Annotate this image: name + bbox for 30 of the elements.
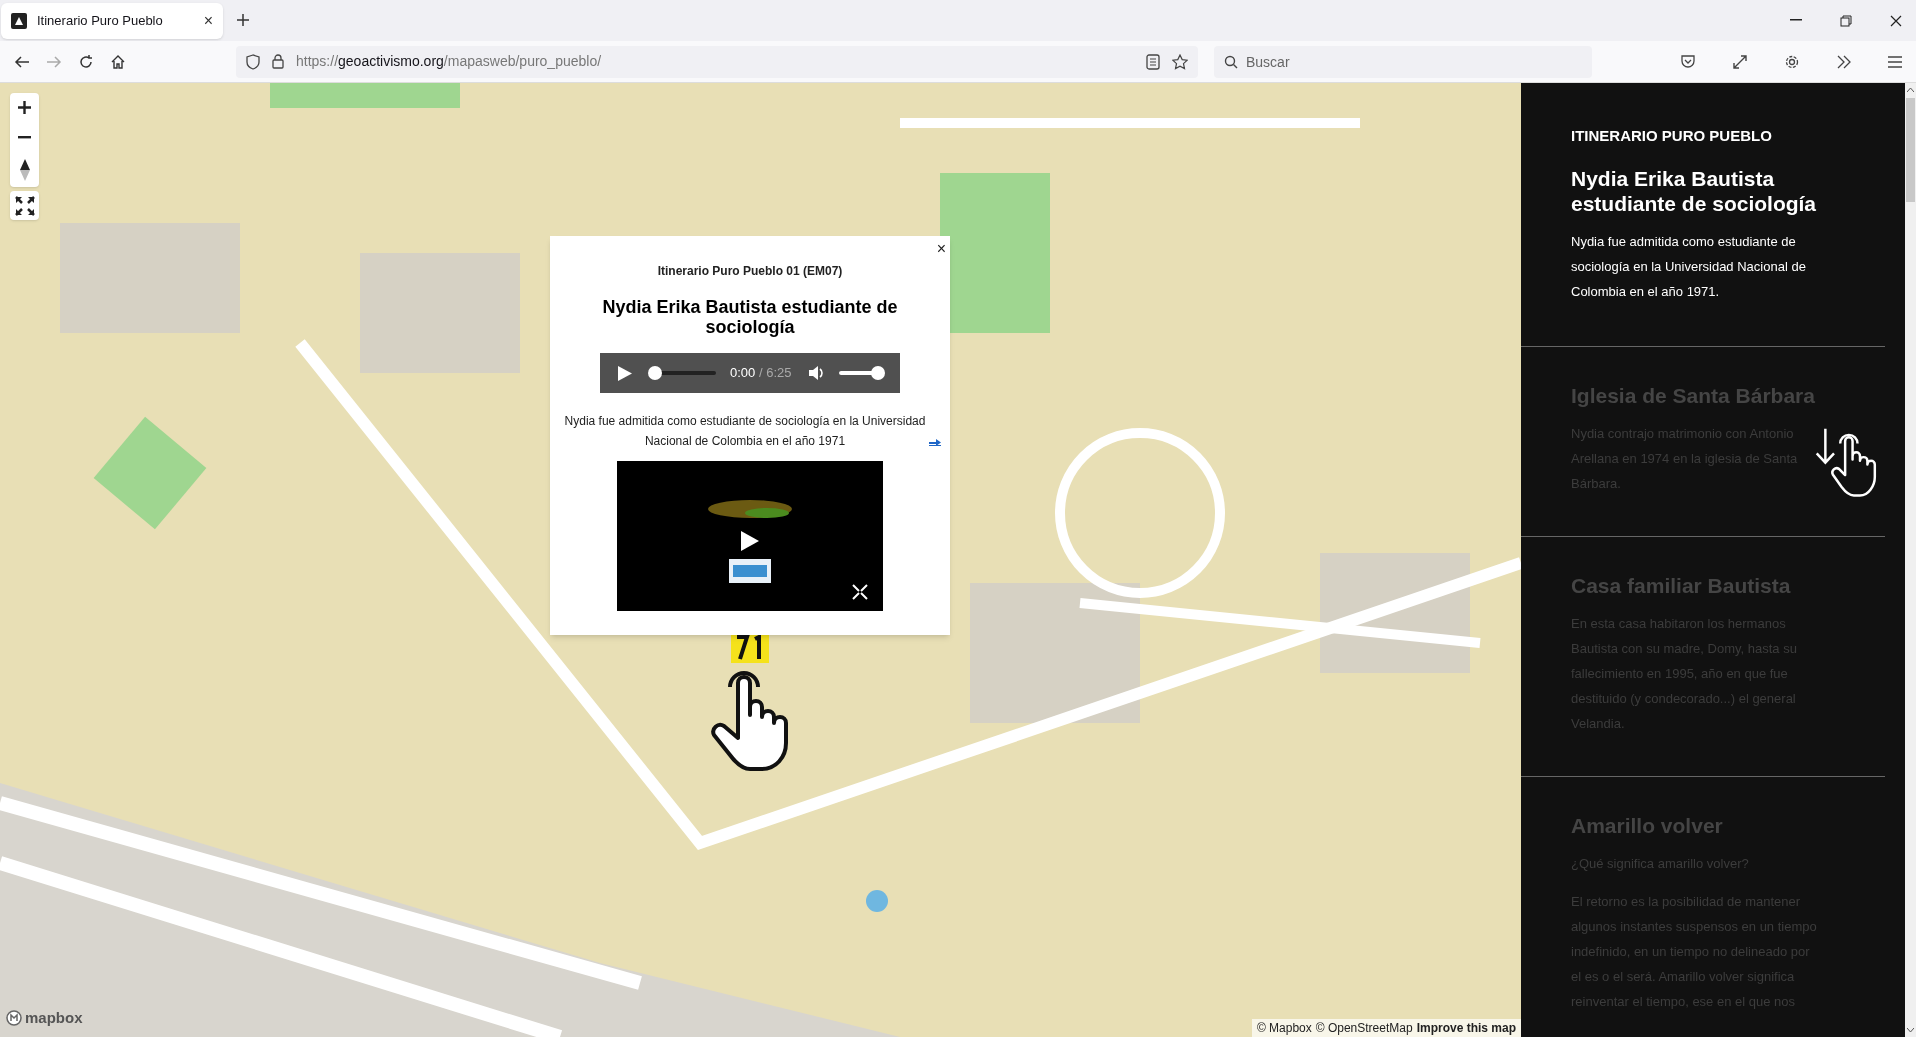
scrollbar-thumb[interactable]: [1906, 98, 1915, 202]
tab-title: Itinerario Puro Pueblo: [37, 12, 164, 31]
restore-icon[interactable]: [1840, 15, 1852, 27]
lock-icon: [272, 54, 284, 69]
settings-icon[interactable]: [1784, 53, 1800, 70]
overflow-icon[interactable]: [1836, 54, 1852, 69]
browser-tab[interactable]: Itinerario Puro Pueblo ×: [1, 3, 223, 39]
expand-icon[interactable]: [1732, 53, 1748, 70]
close-window-icon[interactable]: [1890, 15, 1902, 27]
shield-icon: [246, 53, 260, 70]
minimize-icon[interactable]: [1790, 19, 1802, 21]
site-icon: [11, 13, 27, 29]
section-text: Nydia fue admitida como estudiante de sociología en la Universidad Nacional de Colombia en el año 1971.: [1571, 232, 1807, 301]
sidebar-heading: ITINERARIO PURO PUEBLO: [1571, 126, 1773, 146]
search-icon: [1224, 54, 1238, 69]
menu-icon[interactable]: [1888, 55, 1902, 68]
search-field[interactable]: Buscar: [1214, 45, 1592, 78]
reader-view-icon[interactable]: [1146, 53, 1160, 70]
star-icon[interactable]: [1172, 53, 1188, 70]
home-icon[interactable]: [110, 53, 126, 70]
reload-icon[interactable]: [78, 53, 94, 70]
scroll-up-icon[interactable]: [1907, 87, 1914, 92]
url-text: https://geoactivismo.org/mapasweb/puro_pueblo/: [296, 52, 603, 71]
pocket-icon[interactable]: [1680, 53, 1696, 70]
section-title[interactable]: Nydia Erika Bautista estudiante de sociología: [1571, 165, 1841, 216]
new-tab-icon[interactable]: [236, 13, 250, 27]
address-bar[interactable]: https://geoactivismo.org/mapasweb/puro_pueblo/: [236, 45, 1198, 78]
close-tab-button[interactable]: ×: [203, 9, 213, 33]
back-icon[interactable]: [14, 53, 30, 70]
scroll-down-icon[interactable]: [1907, 1028, 1914, 1033]
